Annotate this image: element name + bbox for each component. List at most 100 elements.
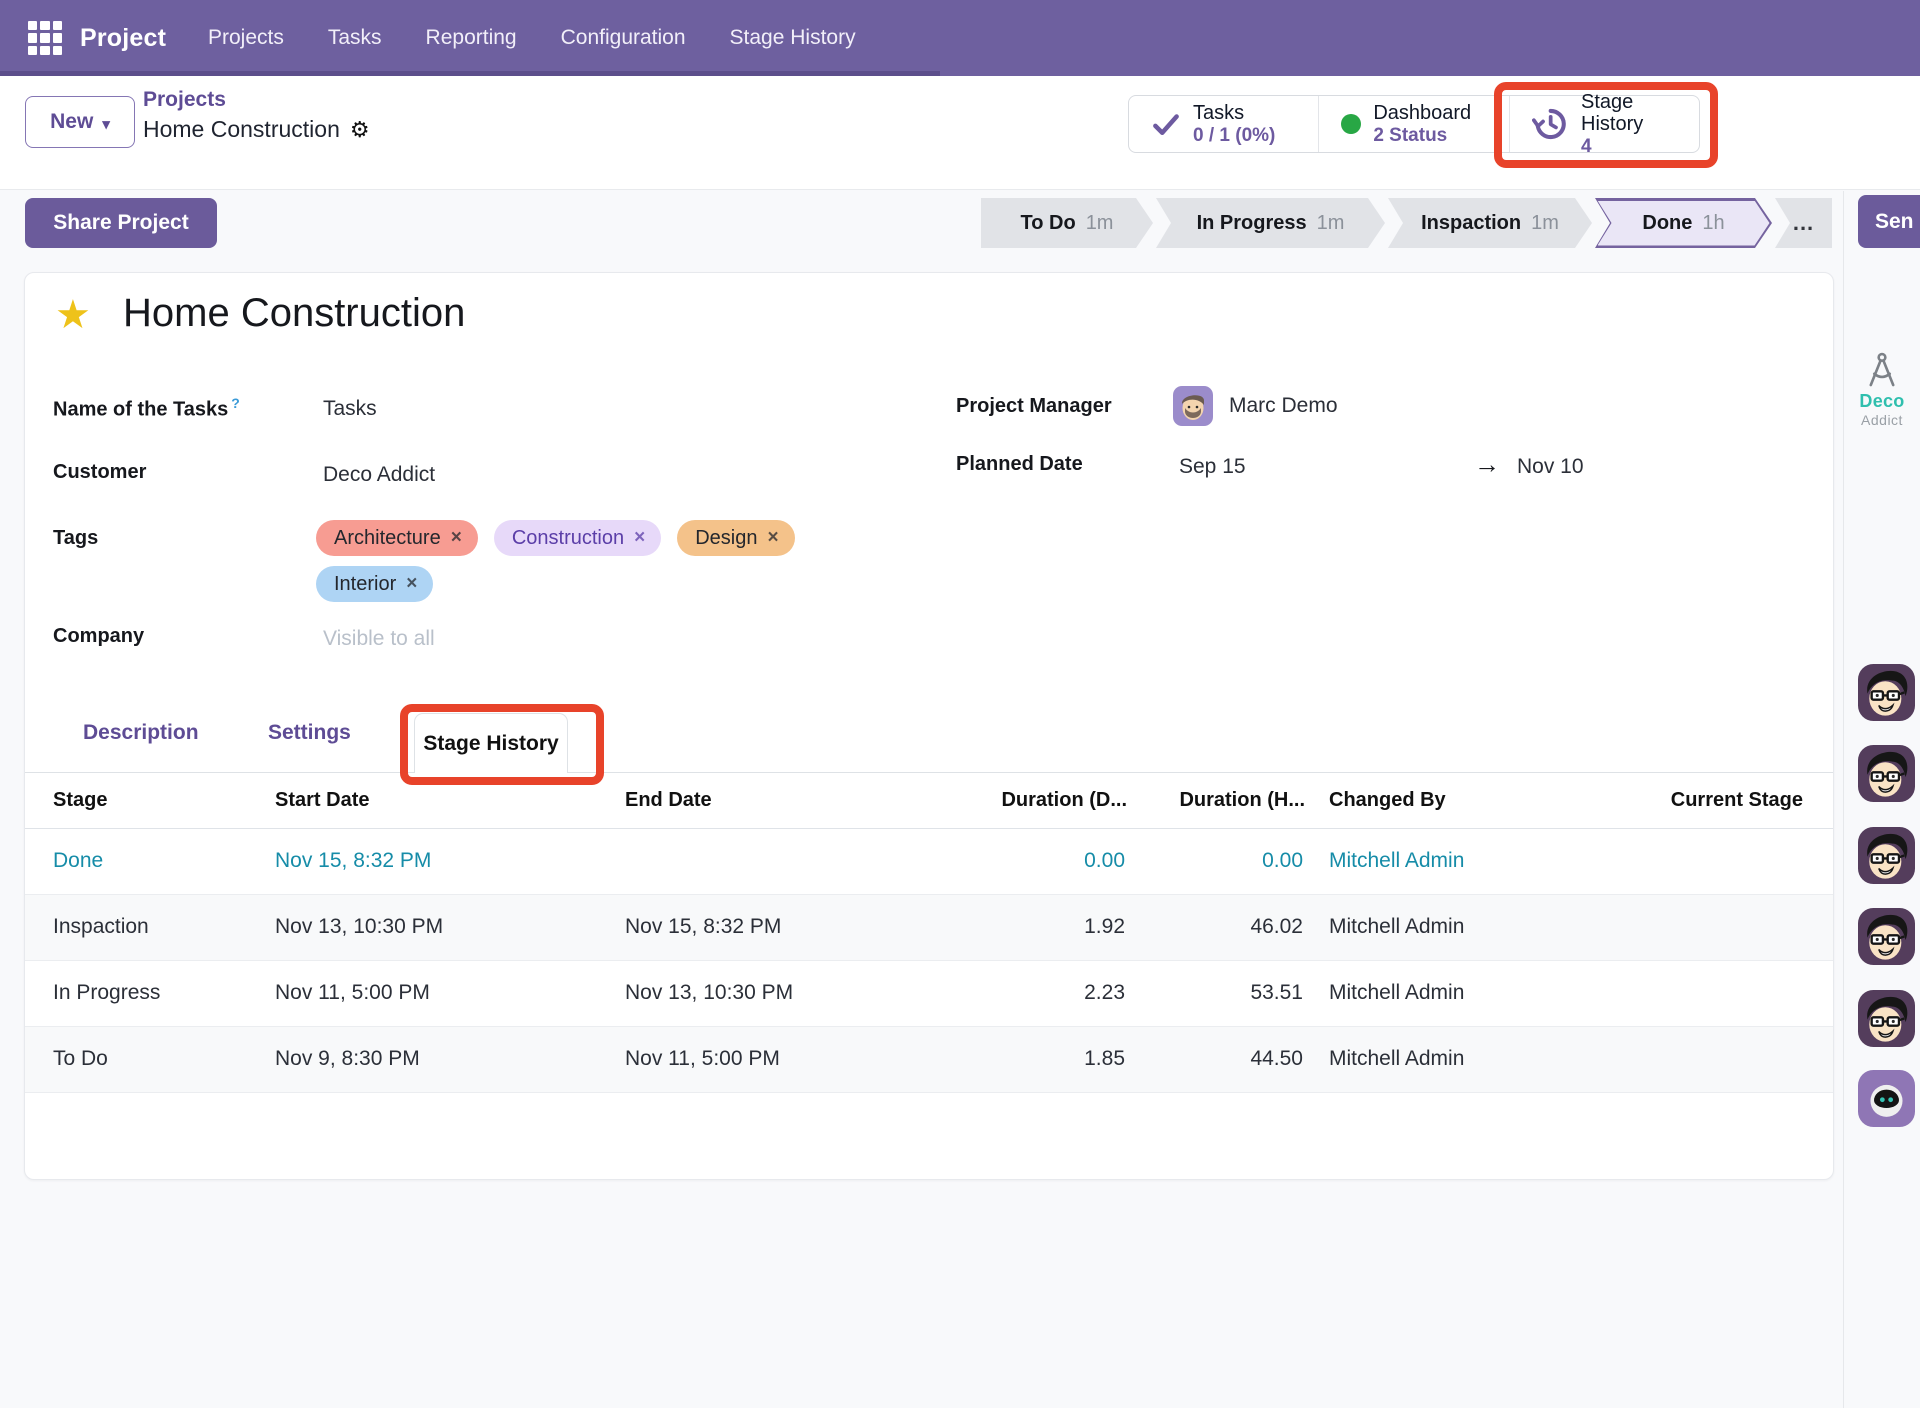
cell-duration-hours[interactable]: 53.51 — [1127, 960, 1305, 1026]
apps-grid-icon[interactable] — [28, 21, 62, 55]
col-header-current-stage[interactable]: Current Stage — [1578, 773, 1833, 828]
smart-button-label: Stage History — [1581, 91, 1699, 136]
tag-construction[interactable]: Construction × — [494, 520, 661, 556]
cell-changed-by[interactable]: Mitchell Admin — [1305, 828, 1578, 894]
smart-button-stage-history[interactable]: Stage History 4 — [1509, 96, 1699, 152]
new-button[interactable]: New ▾ — [25, 96, 135, 148]
tab-settings[interactable]: Settings — [268, 705, 351, 761]
close-icon[interactable]: × — [406, 573, 417, 595]
col-header-stage[interactable]: Stage — [25, 773, 275, 828]
smart-button-tasks[interactable]: Tasks 0 / 1 (0%) — [1129, 96, 1318, 152]
close-icon[interactable]: × — [634, 527, 645, 549]
table-row[interactable]: In Progress Nov 11, 5:00 PM Nov 13, 10:3… — [25, 960, 1833, 1026]
cell-duration-hours[interactable]: 46.02 — [1127, 894, 1305, 960]
cell-stage[interactable]: To Do — [25, 1026, 275, 1092]
col-header-changed-by[interactable]: Changed By — [1305, 773, 1578, 828]
field-value-name-of-tasks[interactable]: Tasks — [323, 397, 377, 421]
stage-label: To Do — [1021, 212, 1076, 235]
nav-item-configuration[interactable]: Configuration — [561, 26, 686, 50]
cell-changed-by[interactable]: Mitchell Admin — [1305, 894, 1578, 960]
cell-end[interactable]: Nov 11, 5:00 PM — [625, 1026, 975, 1092]
cell-end[interactable]: Nov 13, 10:30 PM — [625, 960, 975, 1026]
follower-avatar[interactable] — [1858, 990, 1915, 1047]
cell-end[interactable]: Nov 15, 8:32 PM — [625, 894, 975, 960]
table-row[interactable]: To Do Nov 9, 8:30 PM Nov 11, 5:00 PM 1.8… — [25, 1026, 1833, 1092]
project-title[interactable]: Home Construction — [123, 291, 465, 336]
cell-stage[interactable]: Done — [25, 828, 275, 894]
cell-current-stage[interactable] — [1578, 894, 1833, 960]
col-header-start-date[interactable]: Start Date — [275, 773, 625, 828]
tag-architecture[interactable]: Architecture × — [316, 520, 478, 556]
cell-duration-hours[interactable]: 44.50 — [1127, 1026, 1305, 1092]
cell-end[interactable] — [625, 828, 975, 894]
nav-item-tasks[interactable]: Tasks — [328, 26, 382, 50]
tab-stage-history-active[interactable]: Stage History — [414, 713, 568, 773]
nav-item-reporting[interactable]: Reporting — [426, 26, 517, 50]
cell-changed-by[interactable]: Mitchell Admin — [1305, 1026, 1578, 1092]
breadcrumb-parent[interactable]: Projects — [143, 88, 226, 112]
tag-design[interactable]: Design × — [677, 520, 794, 556]
help-icon[interactable]: ? — [231, 395, 240, 411]
smart-button-value: 2 Status — [1373, 125, 1471, 146]
stage-label: Done — [1642, 212, 1692, 235]
cell-duration-days[interactable]: 1.92 — [975, 894, 1127, 960]
favorite-star-icon[interactable]: ★ — [55, 295, 91, 335]
chevron-down-icon: ▾ — [102, 115, 110, 133]
stage-todo[interactable]: To Do 1m — [981, 198, 1153, 248]
cell-changed-by[interactable]: Mitchell Admin — [1305, 960, 1578, 1026]
nav-menu: Projects Tasks Reporting Configuration S… — [208, 0, 856, 76]
cell-start[interactable]: Nov 15, 8:32 PM — [275, 828, 625, 894]
table-row[interactable]: Inspaction Nov 13, 10:30 PM Nov 15, 8:32… — [25, 894, 1833, 960]
logo-text-deco: Deco — [1848, 392, 1916, 412]
field-value-company[interactable]: Visible to all — [323, 627, 435, 651]
tag-interior[interactable]: Interior × — [316, 566, 433, 602]
cell-duration-hours[interactable]: 0.00 — [1127, 828, 1305, 894]
col-header-duration-days[interactable]: Duration (D... — [975, 773, 1127, 828]
new-button-label: New — [50, 110, 93, 134]
cell-start[interactable]: Nov 11, 5:00 PM — [275, 960, 625, 1026]
follower-avatar[interactable] — [1858, 664, 1915, 721]
follower-avatar[interactable] — [1858, 745, 1915, 802]
nav-item-projects[interactable]: Projects — [208, 26, 284, 50]
breadcrumb: Home Construction ⚙ — [143, 116, 370, 143]
nav-item-stage-history[interactable]: Stage History — [730, 26, 856, 50]
follower-avatar[interactable] — [1858, 827, 1915, 884]
col-header-duration-hours[interactable]: Duration (H... — [1127, 773, 1305, 828]
planned-date-end[interactable]: Nov 10 — [1517, 455, 1584, 479]
marc-demo-avatar — [1173, 386, 1213, 426]
cell-duration-days[interactable]: 0.00 — [975, 828, 1127, 894]
follower-avatar[interactable] — [1858, 908, 1915, 965]
stage-done-active[interactable]: Done 1h — [1595, 198, 1772, 248]
smart-button-value: 0 / 1 (0%) — [1193, 125, 1275, 146]
app-brand[interactable]: Project — [80, 0, 166, 76]
cell-stage[interactable]: Inspaction — [25, 894, 275, 960]
stage-in-progress[interactable]: In Progress 1m — [1156, 198, 1385, 248]
gear-icon[interactable]: ⚙ — [350, 117, 370, 143]
cell-current-stage[interactable] — [1578, 1026, 1833, 1092]
stage-history-table: Stage Start Date End Date Duration (D...… — [25, 773, 1833, 1093]
close-icon[interactable]: × — [767, 527, 778, 549]
stage-overflow[interactable]: ... — [1775, 198, 1832, 248]
cell-current-stage[interactable] — [1578, 828, 1833, 894]
cell-current-stage[interactable] — [1578, 960, 1833, 1026]
cell-start[interactable]: Nov 13, 10:30 PM — [275, 894, 625, 960]
field-label-project-manager: Project Manager — [956, 395, 1112, 418]
planned-date-start[interactable]: Sep 15 — [1179, 455, 1246, 479]
arrow-right-icon: → — [1474, 449, 1500, 480]
cell-stage[interactable]: In Progress — [25, 960, 275, 1026]
col-header-end-date[interactable]: End Date — [625, 773, 975, 828]
field-value-customer[interactable]: Deco Addict — [323, 463, 435, 487]
send-message-button[interactable]: Sen — [1858, 195, 1920, 248]
robot-avatar[interactable] — [1858, 1070, 1915, 1127]
cell-duration-days[interactable]: 1.85 — [975, 1026, 1127, 1092]
project-manager-value[interactable]: Marc Demo — [1173, 386, 1338, 426]
tab-description[interactable]: Description — [83, 705, 199, 761]
table-row[interactable]: Done Nov 15, 8:32 PM 0.00 0.00 Mitchell … — [25, 828, 1833, 894]
cell-start[interactable]: Nov 9, 8:30 PM — [275, 1026, 625, 1092]
stage-inspaction[interactable]: Inspaction 1m — [1388, 198, 1592, 248]
app-screen: Project Projects Tasks Reporting Configu… — [0, 0, 1920, 1408]
share-project-button[interactable]: Share Project — [25, 198, 217, 248]
close-icon[interactable]: × — [451, 527, 462, 549]
smart-button-dashboard[interactable]: Dashboard 2 Status — [1318, 96, 1508, 152]
cell-duration-days[interactable]: 2.23 — [975, 960, 1127, 1026]
